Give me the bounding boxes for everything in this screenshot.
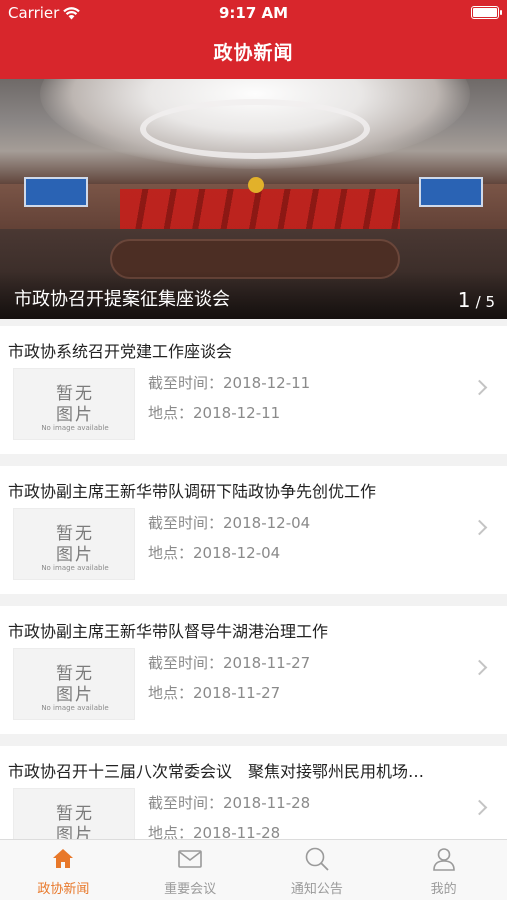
- chevron-right-icon: [471, 379, 488, 396]
- news-deadline: 截至时间：2018-11-27: [148, 654, 311, 672]
- tab-profile[interactable]: 我的: [380, 840, 507, 900]
- news-title: 市政协副主席王新华带队调研下陆政协争先创优工作: [8, 482, 377, 501]
- news-card[interactable]: 市政协召开十三届八次常委会议 聚焦对接鄂州民用机场… 暂无 图片 No imag…: [0, 746, 507, 839]
- news-deadline: 截至时间：2018-12-11: [148, 374, 311, 392]
- thumbnail-placeholder: 暂无 图片 No image available: [13, 508, 135, 580]
- thumbnail-placeholder: 暂无 图片 No image available: [13, 788, 135, 839]
- search-icon: [305, 847, 329, 871]
- status-time: 9:17 AM: [218, 4, 289, 22]
- pager-total: / 5: [475, 293, 495, 311]
- tab-news[interactable]: 政协新闻: [0, 840, 127, 900]
- thumbnail-placeholder: 暂无 图片 No image available: [13, 648, 135, 720]
- news-deadline: 截至时间：2018-12-04: [148, 514, 311, 532]
- news-location: 地点：2018-11-27: [148, 684, 281, 702]
- page-title: 政协新闻: [213, 42, 294, 64]
- tab-bar: 政协新闻 重要会议 通知公告 我的: [0, 839, 507, 900]
- battery-icon: [471, 6, 502, 19]
- tab-label: 重要会议: [164, 882, 217, 897]
- news-card[interactable]: 市政协副主席王新华带队调研下陆政协争先创优工作 暂无 图片 No image a…: [0, 466, 507, 594]
- chevron-right-icon: [471, 519, 488, 536]
- tab-notices[interactable]: 通知公告: [254, 840, 381, 900]
- news-title: 市政协系统召开党建工作座谈会: [8, 342, 233, 361]
- thumbnail-placeholder: 暂无 图片 No image available: [13, 368, 135, 440]
- home-icon: [53, 849, 74, 868]
- news-location: 地点：2018-12-11: [148, 404, 281, 422]
- status-bar: Carrier 9:17 AM: [0, 0, 507, 26]
- person-icon: [432, 848, 455, 871]
- news-card[interactable]: 市政协副主席王新华带队督导牛湖港治理工作 暂无 图片 No image avai…: [0, 606, 507, 734]
- chevron-right-icon: [471, 659, 488, 676]
- news-title: 市政协召开十三届八次常委会议 聚焦对接鄂州民用机场…: [8, 762, 425, 781]
- header-bar: Carrier 9:17 AM 政协新闻: [0, 0, 507, 79]
- news-location: 地点：2018-12-04: [148, 544, 281, 562]
- banner-caption: 市政协召开提案征集座谈会: [14, 289, 230, 310]
- tab-label: 我的: [430, 882, 457, 897]
- news-list: 市政协系统召开党建工作座谈会 暂无 图片 No image available …: [0, 326, 507, 839]
- emblem-icon: [248, 177, 264, 193]
- news-card[interactable]: 市政协系统召开党建工作座谈会 暂无 图片 No image available …: [0, 326, 507, 454]
- chevron-right-icon: [471, 799, 488, 816]
- news-title: 市政协副主席王新华带队督导牛湖港治理工作: [8, 622, 329, 641]
- news-location: 地点：2018-11-28: [148, 824, 281, 839]
- mail-icon: [178, 850, 202, 868]
- banner-pager: 1 / 5: [458, 288, 495, 312]
- news-deadline: 截至时间：2018-11-28: [148, 794, 311, 812]
- pager-current: 1: [457, 288, 471, 312]
- tab-meetings[interactable]: 重要会议: [127, 840, 254, 900]
- tab-label: 通知公告: [290, 882, 343, 897]
- tab-label: 政协新闻: [37, 882, 90, 897]
- banner-carousel[interactable]: 市政协召开提案征集座谈会 1 / 5: [0, 79, 507, 319]
